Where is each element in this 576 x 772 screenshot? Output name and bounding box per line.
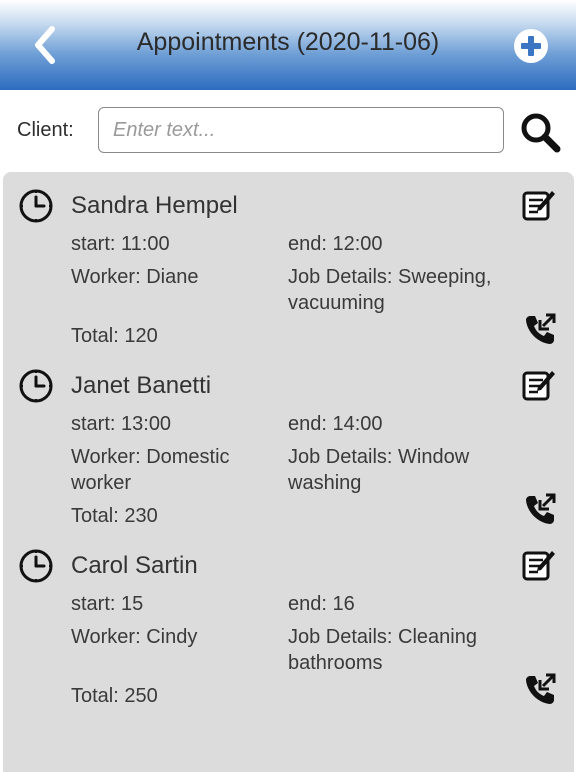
- edit-note-icon[interactable]: [521, 548, 557, 582]
- client-name: Carol Sartin: [71, 552, 198, 579]
- total: Total: 250: [71, 685, 158, 707]
- appointment-list[interactable]: Sandra Hempel start: 11:00 end: 12:00 Wo…: [3, 172, 574, 772]
- job-details: Job Details: Window washing: [288, 446, 470, 494]
- phone-callback-icon[interactable]: [523, 672, 557, 706]
- client-name: Janet Banetti: [71, 372, 212, 399]
- appointment-card[interactable]: Sandra Hempel start: 11:00 end: 12:00 Wo…: [3, 172, 574, 352]
- phone-callback-icon[interactable]: [523, 312, 557, 346]
- phone-callback-icon[interactable]: [523, 492, 557, 526]
- plus-circle-icon: [514, 29, 548, 63]
- client-search-input[interactable]: [98, 107, 504, 153]
- total: Total: 230: [71, 505, 158, 527]
- header-bar: Appointments (2020-11-06): [0, 0, 576, 90]
- end-time: end: 14:00: [288, 413, 383, 435]
- start-time: start: 13:00: [71, 413, 172, 435]
- client-search-row: Client:: [0, 90, 576, 170]
- search-button[interactable]: [518, 110, 562, 154]
- total: Total: 120: [71, 325, 158, 347]
- page-title: Appointments (2020-11-06): [136, 28, 440, 56]
- end-time: end: 16: [288, 593, 355, 615]
- edit-note-icon[interactable]: [521, 368, 557, 402]
- job-details: Job Details: Cleaning bathrooms: [288, 626, 477, 674]
- clock-icon: [19, 369, 53, 403]
- add-appointment-button[interactable]: [513, 28, 549, 64]
- clock-icon: [19, 549, 53, 583]
- client-label: Client:: [17, 119, 74, 141]
- end-time: end: 12:00: [288, 233, 383, 255]
- appointment-card[interactable]: Janet Banetti start: 13:00 end: 14:00 Wo…: [3, 352, 574, 532]
- start-time: start: 15: [71, 593, 144, 615]
- worker: Worker: Cindy: [71, 626, 198, 648]
- worker: Worker: Domestic worker: [71, 446, 230, 494]
- job-details: Job Details: Sweeping, vacuuming: [288, 266, 492, 314]
- magnifier-icon: [521, 113, 561, 153]
- client-name: Sandra Hempel: [71, 192, 238, 219]
- worker: Worker: Diane: [71, 266, 199, 288]
- edit-note-icon[interactable]: [521, 188, 557, 222]
- start-time: start: 11:00: [71, 233, 170, 255]
- appointment-card[interactable]: Carol Sartin start: 15 end: 16 Worker: C…: [3, 532, 574, 712]
- clock-icon: [19, 189, 53, 223]
